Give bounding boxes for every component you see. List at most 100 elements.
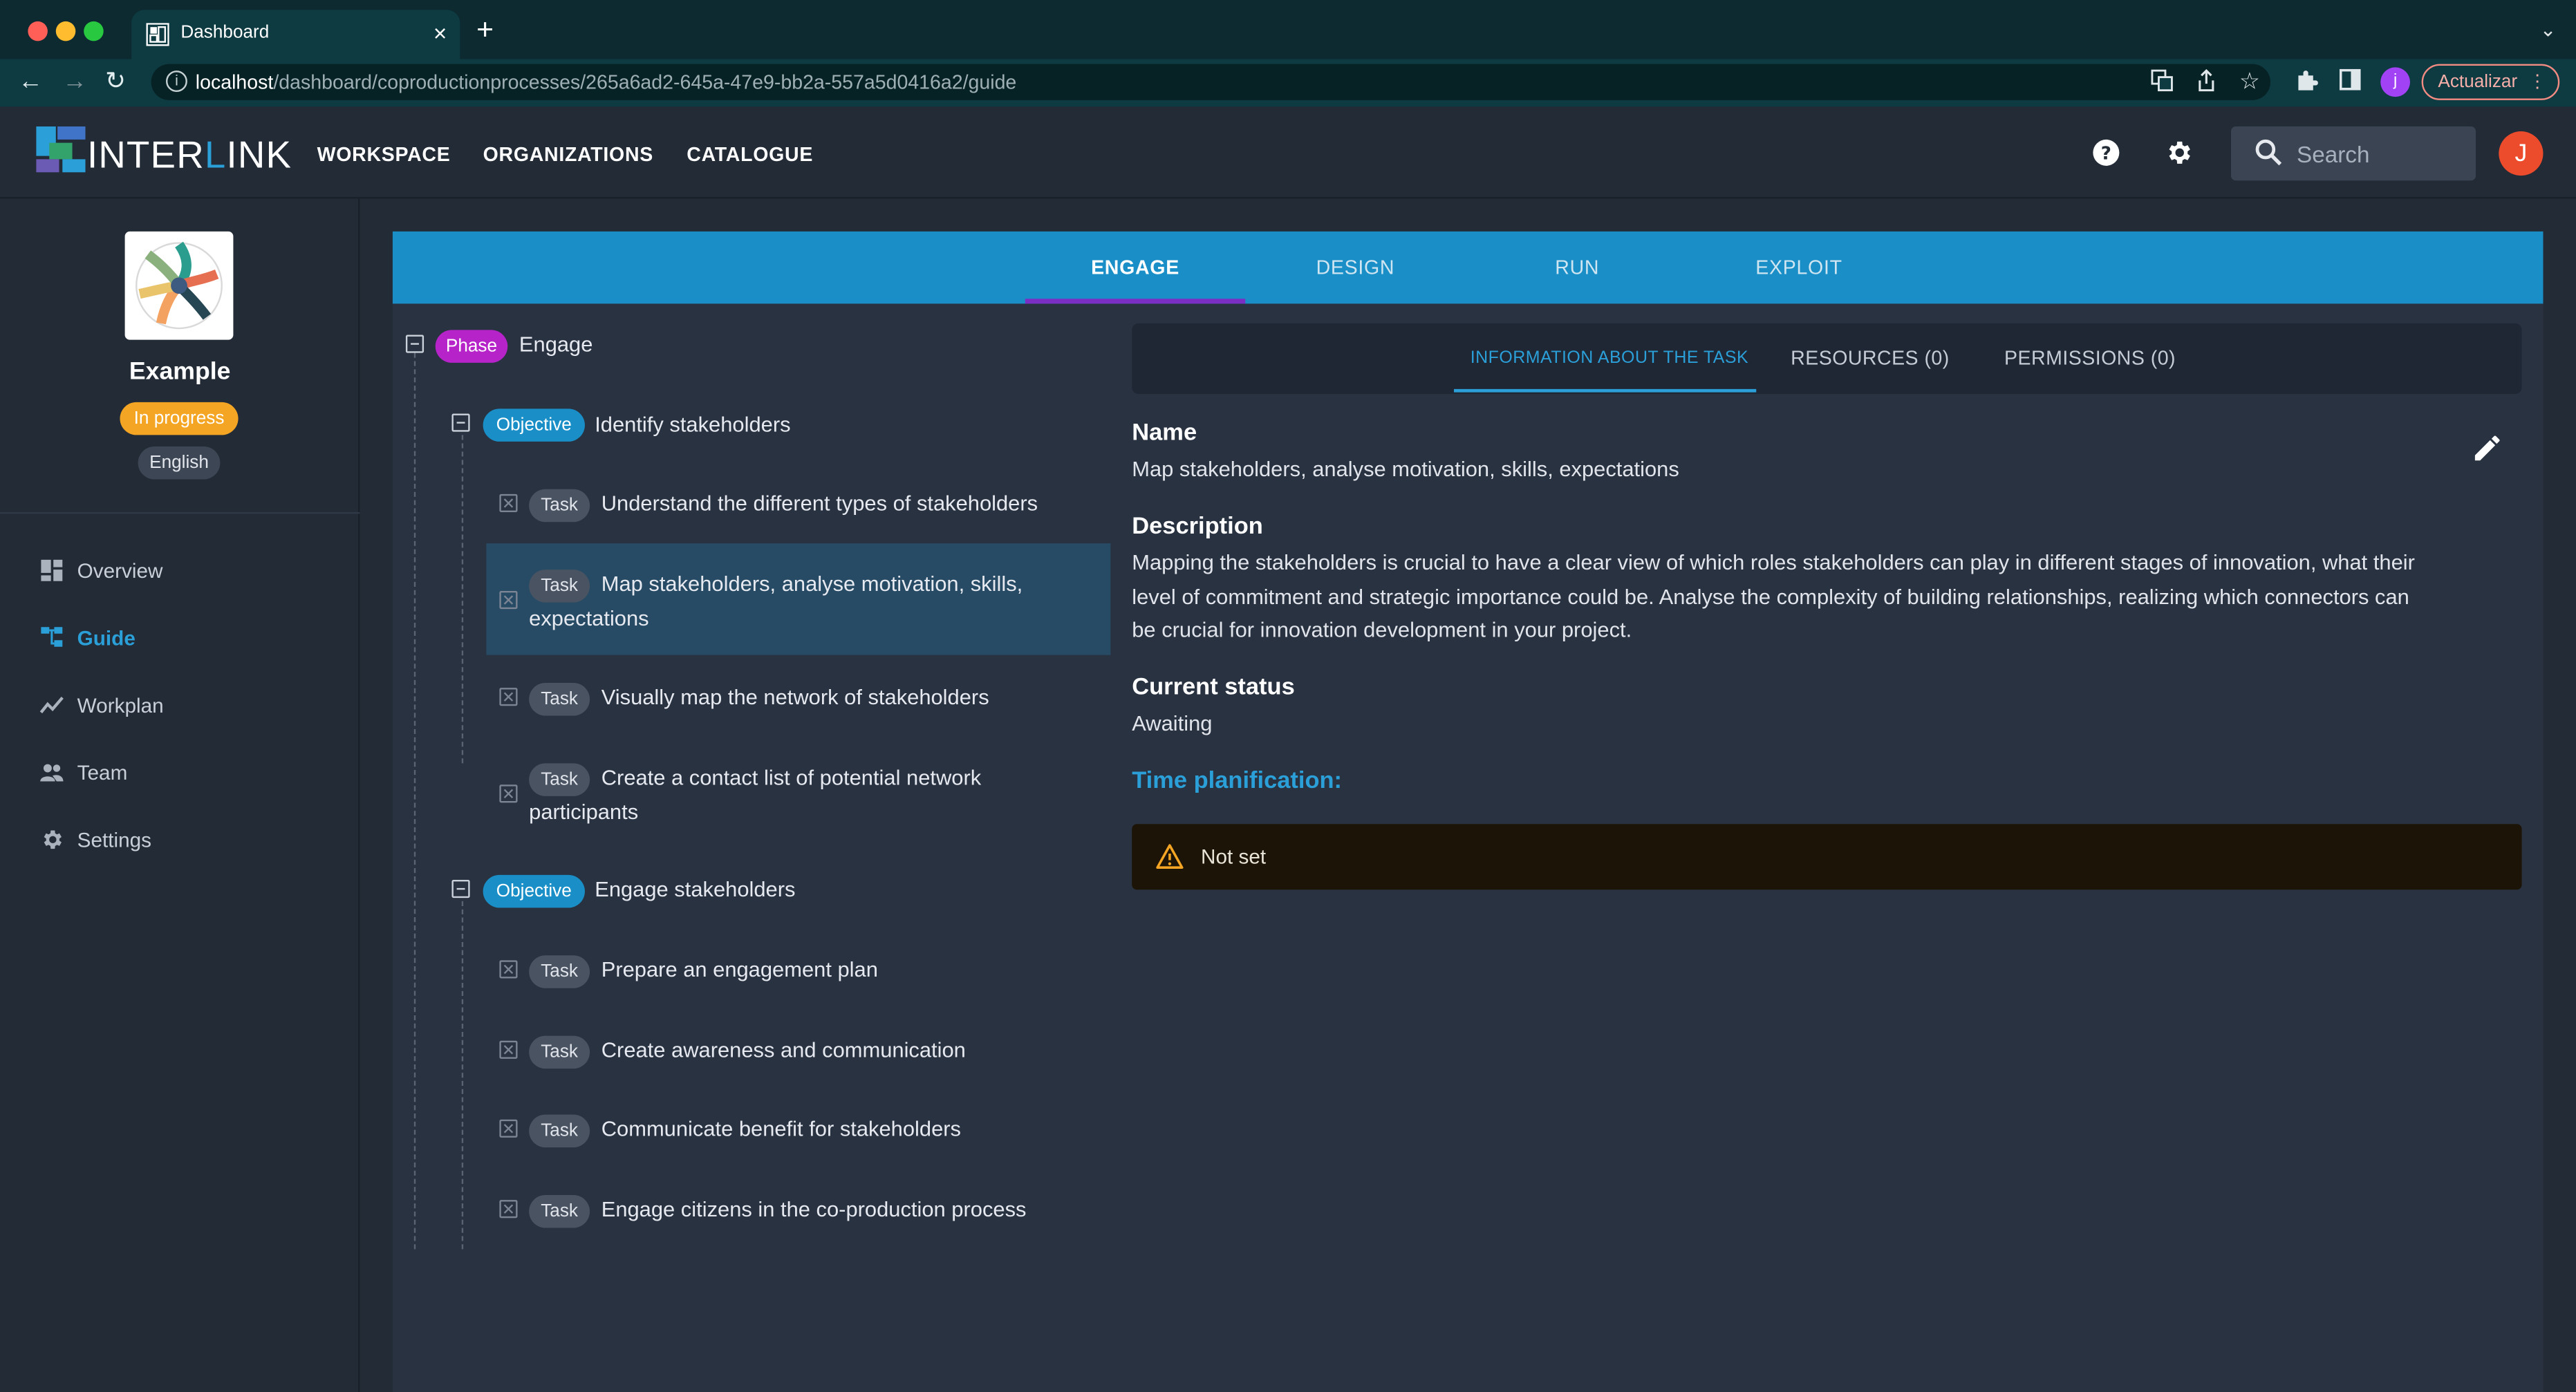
tab-search-chevron-icon[interactable]: ⌄ — [2540, 18, 2557, 41]
share-icon[interactable] — [2196, 68, 2216, 92]
sidebar-item-overview[interactable]: Overview — [39, 553, 335, 589]
task-chip: Task — [529, 1035, 590, 1069]
task-label[interactable]: Map stakeholders, analyse motivation, sk… — [601, 566, 1023, 601]
task-status-icon — [499, 1200, 518, 1219]
url-text: localhost/dashboard/coproductionprocesse… — [196, 70, 1017, 93]
active-subtab-indicator — [1454, 388, 1757, 393]
reload-icon[interactable]: ↻ — [105, 67, 126, 97]
tab-exploit[interactable]: EXPLOIT — [1689, 232, 1909, 304]
objective-chip: Objective — [483, 874, 585, 908]
address-bar[interactable]: i localhost/dashboard/coproductionproces… — [151, 64, 2271, 100]
task-status-icon — [499, 591, 518, 610]
update-label: Actualizar — [2438, 72, 2518, 93]
task-label[interactable]: Engage citizens in the co-production pro… — [601, 1192, 1027, 1226]
window-maximize-button[interactable] — [84, 21, 104, 41]
tab-close-icon[interactable]: × — [433, 20, 447, 46]
browser-tabstrip: Dashboard × + ⌄ — [0, 0, 2576, 59]
dashboard-icon — [41, 559, 63, 581]
collapse-objective-icon[interactable] — [451, 413, 470, 432]
description-line: Mapping the stakeholders is crucial to h… — [1132, 549, 2415, 575]
phase-label[interactable]: Engage — [519, 327, 593, 361]
task-label[interactable]: Prepare an engagement plan — [601, 952, 878, 987]
active-tab-indicator — [1025, 299, 1246, 304]
task-label[interactable]: Communicate benefit for stakeholders — [601, 1111, 961, 1146]
task-detail-tabs: INFORMATION ABOUT THE TASK RESOURCES (0)… — [1132, 323, 2522, 394]
interlink-logo[interactable]: INTERLINK — [36, 126, 291, 176]
svg-text:?: ? — [2101, 143, 2111, 164]
task-chip: Task — [529, 570, 590, 603]
forward-arrow-icon[interactable]: → — [62, 67, 87, 97]
time-not-set-alert: Not set — [1132, 824, 2522, 890]
window-close-button[interactable] — [28, 21, 48, 41]
nav-organizations[interactable]: ORGANIZATIONS — [483, 143, 653, 166]
browser-profile-avatar[interactable]: j — [2380, 67, 2411, 97]
sidebar-item-label: Guide — [77, 627, 136, 650]
browser-tab[interactable]: Dashboard × — [131, 10, 460, 59]
tab-information[interactable]: INFORMATION ABOUT THE TASK — [1471, 348, 1748, 368]
sidebar-item-team[interactable]: Team — [39, 755, 335, 791]
tab-permissions[interactable]: PERMISSIONS (0) — [2004, 346, 2176, 369]
tree-icon — [41, 627, 63, 647]
tab-run[interactable]: RUN — [1467, 232, 1687, 304]
help-icon[interactable]: ? — [2091, 138, 2121, 168]
collapse-objective-icon[interactable] — [451, 880, 470, 899]
search-icon — [2255, 139, 2282, 166]
sidebar-item-settings[interactable]: Settings — [39, 822, 335, 858]
project-name: Example — [129, 357, 231, 386]
site-info-icon[interactable]: i — [166, 70, 187, 92]
tree-guide-line — [461, 901, 464, 1250]
current-status-value: Awaiting — [1132, 711, 1213, 735]
task-label[interactable]: Create awareness and communication — [601, 1033, 966, 1067]
url-path: /dashboard/coproductionprocesses/265a6ad… — [273, 70, 1017, 94]
collapse-phase-icon[interactable] — [405, 335, 424, 353]
browser-update-button[interactable]: Actualizar ⋮ — [2421, 64, 2560, 100]
logo-text-prefix: INTER — [86, 133, 205, 176]
sidebar-item-label: Team — [77, 762, 128, 785]
translate-icon[interactable] — [2151, 69, 2174, 92]
logo-text-accent: L — [204, 133, 227, 176]
name-title: Name — [1132, 420, 1197, 446]
back-arrow-icon[interactable]: ← — [18, 67, 43, 97]
nav-catalogue[interactable]: CATALOGUE — [687, 143, 813, 166]
bookmark-star-icon[interactable]: ☆ — [2239, 68, 2260, 94]
task-label[interactable]: Create a contact list of potential netwo… — [601, 760, 981, 795]
task-label[interactable]: Understand the different types of stakeh… — [601, 486, 1038, 520]
objective-label[interactable]: Engage stakeholders — [595, 872, 795, 906]
logo-text-suffix: INK — [226, 133, 292, 176]
tree-guide-line — [461, 435, 464, 764]
language-badge: English — [138, 446, 221, 480]
project-sidebar: Example In progress English Overview Gui… — [0, 198, 360, 1392]
task-label[interactable]: Visually map the network of stakeholders — [601, 679, 989, 714]
task-chip: Task — [529, 1114, 590, 1148]
extensions-puzzle-icon[interactable] — [2295, 69, 2318, 92]
search-input[interactable]: Search — [2230, 126, 2476, 181]
side-panel-icon[interactable] — [2339, 68, 2361, 91]
phase-tabs: ENGAGE DESIGN RUN EXPLOIT — [392, 231, 2544, 304]
tab-engage[interactable]: ENGAGE — [1025, 232, 1245, 304]
url-host: localhost — [195, 70, 274, 94]
settings-gear-icon[interactable] — [2164, 138, 2194, 168]
sidebar-item-label: Workplan — [77, 694, 164, 717]
guide-tree: Phase Engage Objective Identify stakehol… — [393, 303, 1116, 1392]
sidebar-item-guide[interactable]: Guide — [39, 621, 335, 657]
phase-chip: Phase — [435, 330, 508, 363]
new-tab-button[interactable]: + — [476, 15, 494, 44]
task-chip: Task — [529, 683, 590, 716]
app-header: INTERLINK WORKSPACE ORGANIZATIONS CATALO… — [0, 106, 2576, 199]
sidebar-divider — [0, 512, 360, 514]
sidebar-item-label: Settings — [77, 829, 152, 852]
main-panel: ENGAGE DESIGN RUN EXPLOIT Phase Engage O… — [392, 231, 2544, 1392]
tab-resources[interactable]: RESOURCES (0) — [1791, 346, 1950, 369]
task-label-continued[interactable]: participants — [529, 795, 638, 829]
tab-design[interactable]: DESIGN — [1245, 232, 1465, 304]
task-detail-panel: INFORMATION ABOUT THE TASK RESOURCES (0)… — [1132, 323, 2522, 1374]
sidebar-item-workplan[interactable]: Workplan — [39, 688, 335, 724]
browser-menu-icon[interactable]: ⋮ — [2528, 66, 2546, 99]
user-avatar[interactable]: J — [2499, 131, 2544, 176]
task-label-continued[interactable]: expectations — [529, 601, 648, 635]
name-value: Map stakeholders, analyse motivation, sk… — [1132, 456, 1679, 481]
nav-workspace[interactable]: WORKSPACE — [317, 143, 451, 166]
window-minimize-button[interactable] — [55, 21, 76, 41]
warning-icon — [1156, 844, 1184, 869]
objective-label[interactable]: Identify stakeholders — [595, 407, 790, 442]
